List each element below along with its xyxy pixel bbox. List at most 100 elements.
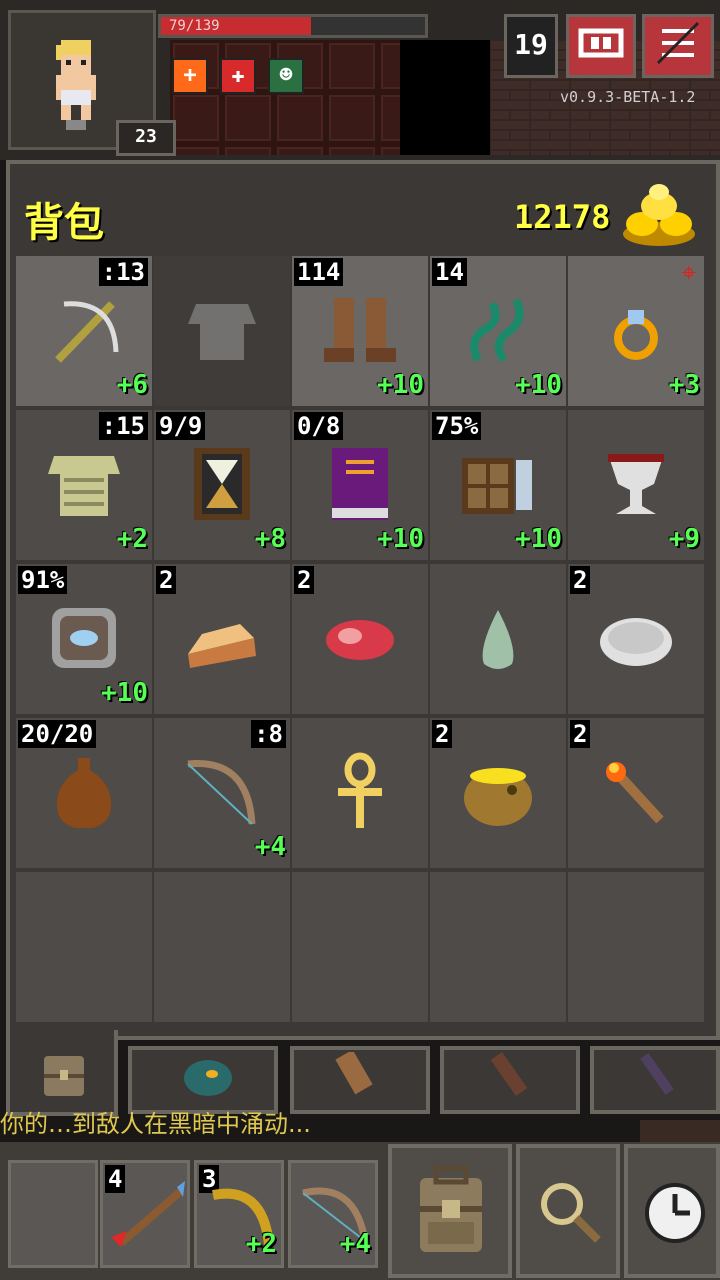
item-quantity: 2 — [294, 566, 315, 594]
game-log: 你的…到敌人在黑暗中涌动... — [0, 1110, 311, 1138]
inventory-slot-torch[interactable]: 2 — [568, 718, 704, 868]
item-upgrade: +10 — [377, 524, 424, 554]
item-quantity: 91% — [18, 566, 68, 594]
inventory-slot-horn[interactable]: 91% +10 — [16, 564, 152, 714]
buff-glyph: + — [183, 63, 197, 88]
inventory-slot-waterskin[interactable]: 20/20 — [16, 718, 152, 868]
inventory-slot-empty-1[interactable] — [16, 872, 152, 1022]
depth-indicator: 19 — [504, 14, 558, 78]
backpack-icon — [44, 1056, 84, 1096]
inventory-grid: :13 +6 114 +10 14 +10 +3 ⌖:15 +2 9/9 +8 0/8 +10 75% +1… — [16, 256, 706, 1028]
item-charges: :8 — [251, 720, 286, 748]
search-button[interactable] — [516, 1144, 620, 1278]
health-bar: 79/139 — [158, 14, 428, 38]
pie-icon — [188, 624, 256, 668]
kit-icon — [462, 458, 532, 514]
item-upgrade: +10 — [515, 370, 562, 400]
bow-icon — [187, 760, 256, 825]
health-text: 79/139 — [169, 18, 220, 34]
ring-icon — [614, 310, 658, 360]
plus-icon[interactable]: + — [172, 58, 208, 94]
book-icon — [332, 448, 388, 520]
torch-icon — [606, 762, 664, 824]
inventory-slot-crossbow[interactable]: :13 +6 — [16, 256, 152, 406]
scroll-holder-icon — [335, 1052, 373, 1095]
clock-icon — [645, 1183, 705, 1243]
item-quantity: 0/8 — [294, 412, 344, 440]
inventory-slot-empty-3[interactable] — [292, 872, 428, 1022]
item-quantity: 20/20 — [18, 720, 97, 748]
version-label: v0.9.3-BETA-1.2 — [560, 88, 696, 106]
inventory-slot-empty-5[interactable] — [568, 872, 704, 1022]
stone-icon — [600, 618, 672, 666]
inventory-slot-spellbook[interactable]: 0/8 +10 — [292, 410, 428, 560]
inventory-slot-chains[interactable]: 14 +10 — [430, 256, 566, 406]
inventory-slot-scale-armor[interactable]: :15 +2 — [16, 410, 152, 560]
item-quantity: 2 — [570, 720, 591, 748]
item-upgrade: +10 — [101, 678, 148, 708]
inventory-slot-empty-2[interactable] — [154, 872, 290, 1022]
inventory-slot-seed[interactable] — [430, 564, 566, 714]
backpack-title: 背包 — [24, 200, 104, 246]
seed-pouch-icon — [184, 1060, 232, 1096]
talisman-icon — [52, 608, 116, 668]
inventory-slot-chalice[interactable]: +9 — [568, 410, 704, 560]
quickslot-darts[interactable]: 4 — [100, 1160, 190, 1268]
chain-icon — [470, 298, 524, 363]
inventory-slot-ring[interactable]: +3 ⌖ — [568, 256, 704, 406]
search-icon — [541, 1183, 601, 1243]
inventory-slot-empty-4[interactable] — [430, 872, 566, 1022]
item-upgrade: +10 — [377, 370, 424, 400]
inventory-slot-stone[interactable]: 2 — [568, 564, 704, 714]
item-upgrade: +2 — [116, 524, 148, 554]
inventory-slot-pie[interactable]: 2 — [154, 564, 290, 714]
inventory-slot-honeypot[interactable]: 2 — [430, 718, 566, 868]
boots-icon — [324, 298, 396, 362]
journal-icon — [578, 28, 624, 58]
item-upgrade: +10 — [515, 524, 562, 554]
item-upgrade: +4 — [254, 832, 286, 862]
quickslot-bow[interactable]: +4 — [288, 1160, 378, 1268]
buff-glyph: ✚ — [231, 63, 245, 88]
quickslot-empty[interactable] — [8, 1160, 98, 1268]
seed-icon — [482, 610, 514, 669]
item-charges: :13 — [98, 258, 148, 286]
item-quantity: 75% — [432, 412, 482, 440]
item-upgrade: +8 — [254, 524, 286, 554]
gold-amount: 12178 — [514, 198, 611, 236]
journal-button[interactable] — [566, 14, 636, 78]
buff-glyph: ☻ — [279, 63, 293, 88]
hero-level: 23 — [116, 120, 176, 156]
backpack-button[interactable] — [388, 1144, 512, 1278]
waterskin-icon — [56, 758, 112, 829]
inventory-slot-hourglass[interactable]: 9/9 +8 — [154, 410, 290, 560]
inventory-slot-ankh[interactable] — [292, 718, 428, 868]
inventory-slot-alchemy-kit[interactable]: 75% +10 — [430, 410, 566, 560]
item-upgrade: +9 — [668, 524, 700, 554]
item-upgrade: +6 — [116, 370, 148, 400]
wait-button[interactable] — [624, 1144, 720, 1278]
mask-icon[interactable]: ☻ — [268, 58, 304, 94]
chainmail-icon — [188, 304, 256, 360]
medkit-icon[interactable]: ✚ — [220, 58, 256, 94]
gold-pile-icon — [623, 184, 695, 246]
wand-holster-icon — [640, 1053, 674, 1095]
menu-button[interactable] — [642, 14, 714, 78]
quickslot-upgrade: +2 — [245, 1229, 277, 1259]
quickslot-upgrade: +4 — [339, 1229, 371, 1259]
dart-icon — [111, 1181, 185, 1247]
inventory-slot-armor-slot[interactable] — [154, 256, 290, 406]
chalice-icon — [608, 454, 664, 514]
inventory-slot-boots[interactable]: 114 +10 — [292, 256, 428, 406]
inventory-slot-bow[interactable]: :8 +4 — [154, 718, 290, 868]
wall-strip — [640, 1120, 720, 1142]
item-quantity: 114 — [294, 258, 344, 286]
quiver-icon — [490, 1052, 528, 1097]
quickslot-boomerang[interactable]: 3 +2 — [194, 1160, 284, 1268]
menu-icon — [656, 21, 700, 65]
meat-icon — [326, 620, 394, 660]
item-charges: :15 — [98, 412, 148, 440]
inventory-slot-meat[interactable]: 2 — [292, 564, 428, 714]
ankh-icon — [338, 752, 382, 828]
crossbow-icon — [55, 301, 119, 363]
